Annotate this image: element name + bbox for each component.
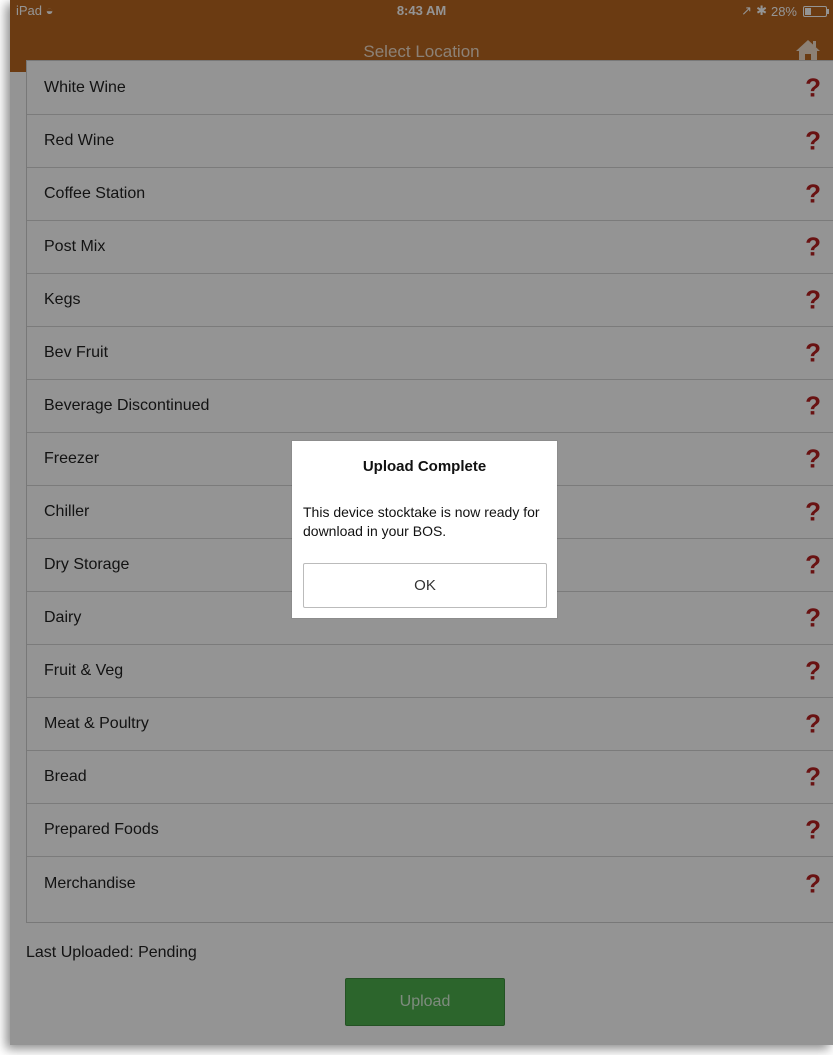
dialog-message: This device stocktake is now ready for d… (303, 504, 540, 539)
upload-complete-dialog: Upload Complete This device stocktake is… (292, 441, 557, 618)
ok-button[interactable]: OK (303, 563, 547, 608)
app-screen: iPad ◒ 8:43 AM ↗ ✱ 28% Select Location W… (10, 0, 833, 1045)
dialog-title: Upload Complete (362, 458, 487, 475)
